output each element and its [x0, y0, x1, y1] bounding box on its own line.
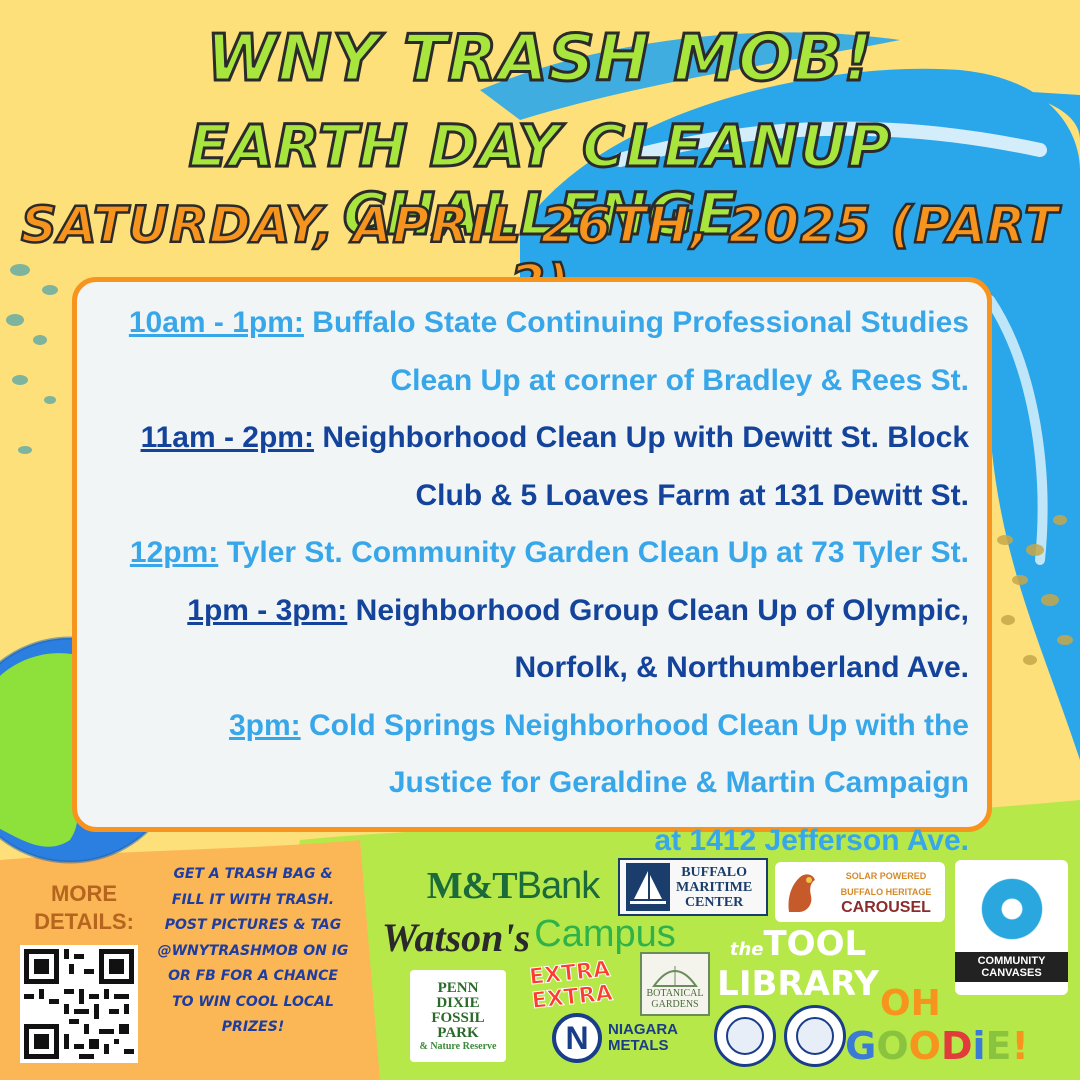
event-4: 1pm - 3pm: Neighborhood Group Clean Up o… [91, 582, 969, 697]
goodie-letter: D [940, 1024, 973, 1068]
event-4-line-1: 1pm - 3pm: Neighborhood Group Clean Up o… [91, 582, 969, 640]
event-2-line-2: Club & 5 Loaves Farm at 131 Dewitt St. [415, 478, 970, 512]
promo-line: TO WIN COOL LOCAL [172, 993, 334, 1010]
greenhouse-icon [652, 966, 698, 987]
community-canvases-logo: COMMUNITY CANVASES [955, 860, 1068, 995]
promo-line: GET A TRASH BAG & [173, 866, 333, 882]
maritime-line: CENTER [684, 894, 744, 910]
event-5-line-2: Justice for Geraldine & Martin Campaign [388, 766, 969, 799]
carousel-line: SOLAR POWERED [845, 871, 927, 881]
goodie-letter: i [972, 1024, 986, 1068]
penn-line: DIXIE [436, 994, 480, 1011]
niagara-line: METALS [608, 1037, 669, 1054]
promo-line: FILL IT WITH TRASH. [171, 891, 335, 908]
promo-line: PRIZES! [221, 1019, 285, 1035]
event-4-desc-1: Neighborhood Group Clean Up of Olympic, [355, 593, 969, 627]
event-3-line-1: 12pm: Tyler St. Community Garden Clean U… [91, 524, 969, 582]
event-5: 3pm: Cold Springs Neighborhood Clean Up … [91, 697, 969, 870]
maritime-line: MARITIME [676, 879, 753, 895]
mt-logo-bank: Bank [516, 864, 601, 907]
paint-splash-icon [976, 873, 1047, 944]
penn-line: FOSSIL PARK [431, 1009, 485, 1041]
goodie-letter: O [876, 1024, 909, 1068]
niagara-metals-logo: N NIAGARA METALS [545, 1008, 685, 1068]
carousel-line: BUFFALO HERITAGE [840, 887, 932, 897]
goodie-letter: ! [1011, 1024, 1029, 1068]
promo-text: GET A TRASH BAG & FILL IT WITH TRASH. PO… [148, 862, 358, 1041]
event-1-desc-1: Buffalo State Continuing Professional St… [312, 306, 969, 339]
niagara-line: NIAGARA [608, 1021, 678, 1038]
qr-code[interactable] [20, 945, 138, 1063]
carousel-line: CAROUSEL [841, 899, 931, 916]
watsons-logo: Watson's [381, 914, 531, 960]
qr-code-pattern [24, 949, 134, 1059]
penn-dixie-logo: PENN DIXIE FOSSIL PARK & Nature Reserve [410, 970, 506, 1062]
campus-logo: Campus [534, 912, 676, 955]
goodie-letter: O [908, 1024, 941, 1068]
event-1-line-2: Clean Up at corner of Bradley & Rees St. [390, 363, 970, 397]
tool-library-top: theTOOL [730, 927, 866, 967]
more-details-label: MORE DETAILS: [34, 881, 134, 934]
event-4-line-2: Norfolk, & Northumberland Ave. [514, 651, 969, 684]
event-5-line-1: 3pm: Cold Springs Neighborhood Clean Up … [91, 697, 969, 755]
mt-logo-mark: M&T [426, 865, 518, 907]
promo-line: @WNYTRASHMOB ON IG [157, 942, 349, 959]
goodie-letter: E [985, 1024, 1012, 1068]
tool-library-the: the [729, 939, 764, 960]
botanical-gardens-logo: BOTANICAL GARDENS [640, 952, 710, 1016]
event-2: 11am - 2pm: Neighborhood Clean Up with D… [91, 409, 969, 524]
city-seal-icon [714, 1005, 776, 1067]
event-1: 10am - 1pm: Buffalo State Continuing Pro… [91, 294, 969, 409]
event-1-line-1: 10am - 1pm: Buffalo State Continuing Pro… [91, 294, 969, 352]
event-3-time: 12pm: [129, 536, 219, 569]
community-canvases-label: COMMUNITY CANVASES [955, 951, 1068, 982]
goodie-word: GOODiE! [845, 1024, 1029, 1068]
penn-line: & Nature Reserve [419, 1040, 497, 1052]
promo-line: OR FB FOR A CHANCE [168, 968, 338, 984]
oh-goodie-oh: OH [880, 983, 941, 1024]
niagara-n-icon: N [552, 1013, 602, 1063]
event-5-desc-1: Cold Springs Neighborhood Clean Up with … [309, 708, 969, 742]
ship-icon [626, 863, 670, 911]
title-line-1: WNY TRASH MOB! [205, 21, 874, 98]
event-3: 12pm: Tyler St. Community Garden Clean U… [91, 524, 969, 582]
mt-bank-logo: M&T Bank [418, 864, 608, 908]
schedule-panel: 10am - 1pm: Buffalo State Continuing Pro… [72, 277, 992, 857]
goodie-letter: G [845, 1024, 877, 1068]
event-1-time: 10am - 1pm: [128, 306, 304, 339]
event-5-line-3: at 1412 Jefferson Ave. [654, 823, 969, 857]
tool-library-tool: TOOL [763, 924, 867, 964]
buffalo-maritime-center-logo: BUFFALO MARITIME CENTER [618, 858, 768, 916]
event-3-desc-1: Tyler St. Community Garden Clean Up at 7… [226, 536, 969, 569]
event-5-time: 3pm: [228, 708, 301, 742]
carousel-horse-icon [788, 874, 815, 912]
botanical-line: BOTANICAL [646, 988, 704, 999]
oh-goodie-goodie: GOODiE! [845, 1025, 1029, 1067]
oh-goodie-logo: OH GOODiE! [845, 980, 1029, 1070]
penn-line: PENN [437, 979, 479, 996]
maritime-line: BUFFALO [681, 864, 748, 880]
event-2-time: 11am - 2pm: [140, 421, 314, 454]
city-of-buffalo-seal-icon [784, 1005, 846, 1067]
carousel-logo: SOLAR POWERED BUFFALO HERITAGE CAROUSEL [775, 862, 945, 922]
event-2-desc-1: Neighborhood Clean Up with Dewitt St. Bl… [322, 421, 969, 454]
event-2-line-1: 11am - 2pm: Neighborhood Clean Up with D… [91, 409, 969, 467]
event-4-time: 1pm - 3pm: [187, 593, 348, 627]
promo-line: POST PICTURES & TAG [164, 917, 342, 933]
